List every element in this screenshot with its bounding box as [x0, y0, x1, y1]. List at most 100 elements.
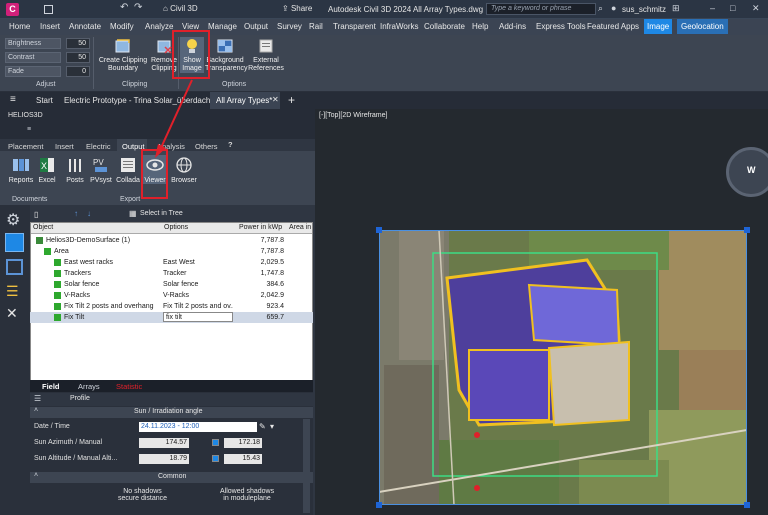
pvsyst-button[interactable]: PV PVsyst — [87, 155, 115, 184]
list-view-icon[interactable]: ☰ — [34, 394, 41, 403]
table-row[interactable]: Fix Tilt fix tilt 659.7 — [30, 312, 313, 323]
settings-gear-icon[interactable]: ⚙ — [6, 210, 20, 230]
move-up-icon[interactable]: ↑ — [74, 209, 78, 218]
fade-field[interactable]: 0 — [66, 66, 90, 77]
menu-tab-rail[interactable]: Rail — [309, 22, 323, 31]
table-row[interactable]: Solar fence Solar fence 384.6 — [30, 279, 313, 290]
table-row[interactable]: Area 7,787.8 — [30, 246, 313, 257]
profile-dropdown[interactable]: Profile — [70, 395, 90, 402]
external-references-button[interactable]: External References — [246, 37, 286, 73]
menu-tab-annotate[interactable]: Annotate — [69, 22, 101, 31]
altitude-value[interactable]: 18.79 — [139, 454, 189, 464]
tab-all-array-types[interactable]: All Array Types* — [210, 92, 280, 109]
tab-arrays[interactable]: Arrays — [78, 382, 100, 391]
header-object[interactable]: Object — [33, 224, 53, 231]
menu-tab-survey[interactable]: Survey — [277, 22, 302, 31]
brightness-field[interactable]: 50 — [66, 38, 90, 49]
close-icon[interactable]: ✕ — [752, 3, 760, 14]
palette-menu-icon[interactable]: ≡ — [27, 126, 31, 133]
tab-placement[interactable]: Placement — [8, 142, 43, 151]
header-area[interactable]: Area in — [289, 224, 311, 231]
menu-tab-insert[interactable]: Insert — [40, 22, 60, 31]
menu-tab-geolocation[interactable]: Geolocation — [677, 19, 728, 34]
altitude-checkbox[interactable] — [212, 455, 219, 462]
search-input[interactable]: Type a keyword or phrase — [486, 3, 596, 15]
close-tab-icon[interactable]: ✕ — [272, 95, 279, 104]
reports-button[interactable]: Reports — [6, 155, 36, 184]
tab-insert[interactable]: Insert — [55, 142, 74, 151]
menu-tab-image[interactable]: Image — [644, 19, 673, 34]
menu-tab-transparent[interactable]: Transparent — [333, 22, 376, 31]
menu-tab-infraworks[interactable]: InfraWorks — [380, 22, 419, 31]
move-down-icon[interactable]: ↓ — [87, 209, 91, 218]
edit-icon[interactable]: ✎ — [259, 421, 266, 433]
new-doc-icon[interactable]: ▯ — [34, 210, 38, 219]
grid-layout-icon[interactable] — [5, 233, 24, 252]
viewport-controls[interactable]: [-][Top][2D Wireframe] — [319, 112, 387, 119]
header-options[interactable]: Options — [164, 224, 188, 231]
help-icon[interactable]: ? — [228, 140, 233, 149]
collapse-icon[interactable]: ˄ — [34, 407, 38, 414]
new-tab-icon[interactable]: + — [288, 93, 295, 107]
drawing-viewport[interactable]: [-][Top][2D Wireframe] W — [315, 109, 768, 515]
menu-tab-manage[interactable]: Manage — [208, 22, 237, 31]
menu-tab-output[interactable]: Output — [244, 22, 268, 31]
select-in-tree-label[interactable]: Select in Tree — [140, 210, 183, 217]
tools-icon[interactable]: ✕ — [6, 305, 18, 322]
table-row[interactable]: V-Racks V-Racks 2,042.9 — [30, 290, 313, 301]
grip-handle[interactable] — [744, 227, 750, 233]
array-icon[interactable] — [6, 259, 23, 275]
azimuth-value[interactable]: 174.57 — [139, 438, 189, 448]
app-logo[interactable]: C — [6, 3, 19, 16]
grip-handle[interactable] — [376, 227, 382, 233]
user-name[interactable]: sus_schmitz — [622, 5, 666, 14]
user-icon[interactable]: ● — [611, 3, 616, 13]
altitude-manual[interactable]: 15.43 — [224, 454, 262, 464]
menu-tab-help[interactable]: Help — [472, 22, 488, 31]
menu-tab-home[interactable]: Home — [9, 22, 30, 31]
collapse-icon[interactable]: ˄ — [34, 472, 38, 479]
collada-button[interactable]: Collada — [115, 155, 141, 184]
create-clipping-boundary-button[interactable]: Create Clipping Boundary — [96, 37, 150, 73]
table-row[interactable]: Trackers Tracker 1,747.8 — [30, 268, 313, 279]
search-icon[interactable]: ⌕ — [598, 3, 603, 14]
header-power[interactable]: Power in kWp — [239, 224, 282, 231]
undo-icon[interactable]: ↶ — [120, 2, 128, 13]
hamburger-menu-icon[interactable]: ≡ — [10, 94, 16, 105]
azimuth-checkbox[interactable] — [212, 439, 219, 446]
share-button[interactable]: ⇪ Share — [282, 4, 312, 13]
tab-start[interactable]: Start — [36, 96, 53, 105]
contrast-field[interactable]: 50 — [66, 52, 90, 63]
azimuth-manual[interactable]: 172.18 — [224, 438, 262, 448]
tab-field[interactable]: Field — [42, 382, 60, 391]
menu-tab-collaborate[interactable]: Collaborate — [424, 22, 465, 31]
menu-tab-add-ins[interactable]: Add-ins — [499, 22, 526, 31]
menu-tab-analyze[interactable]: Analyze — [145, 22, 173, 31]
save-icon[interactable] — [44, 5, 53, 14]
posts-button[interactable]: Posts — [62, 155, 88, 184]
list-icon[interactable]: ☰ — [6, 283, 19, 300]
grip-handle[interactable] — [376, 502, 382, 508]
grip-handle[interactable] — [744, 502, 750, 508]
row-option[interactable]: fix tilt — [163, 312, 233, 322]
cart-icon[interactable]: ⊞ — [672, 3, 680, 14]
minimize-icon[interactable]: – — [710, 3, 715, 13]
select-in-tree-icon[interactable]: ▦ — [129, 209, 137, 218]
selection-frame[interactable] — [379, 230, 747, 505]
background-transparency-button[interactable]: Background Transparency — [205, 37, 248, 73]
menu-tab-express-tools[interactable]: Express Tools — [536, 22, 586, 31]
table-row[interactable]: East west racks East West 2,029.5 — [30, 257, 313, 268]
civil3d-dropdown[interactable]: ⌂ Civil 3D — [163, 4, 198, 13]
tab-statistic[interactable]: Statistic — [116, 382, 142, 391]
dropdown-icon[interactable]: ▾ — [270, 421, 274, 433]
table-row[interactable]: Fix Tilt 2 posts and overhang Fix Tilt 2 … — [30, 301, 313, 312]
redo-icon[interactable]: ↷ — [134, 2, 142, 13]
scrollbar[interactable] — [303, 419, 310, 513]
table-row[interactable]: Helios3D-DemoSurface (1) 7,787.8 — [30, 235, 313, 246]
excel-button[interactable]: X Excel — [34, 155, 60, 184]
tab-electric[interactable]: Electric — [86, 142, 111, 151]
menu-tab-modify[interactable]: Modify — [110, 22, 134, 31]
maximize-icon[interactable]: □ — [730, 3, 735, 13]
date-input[interactable]: 24.11.2023 - 12:00 — [139, 422, 257, 432]
menu-tab-featured-apps[interactable]: Featured Apps — [587, 22, 639, 31]
